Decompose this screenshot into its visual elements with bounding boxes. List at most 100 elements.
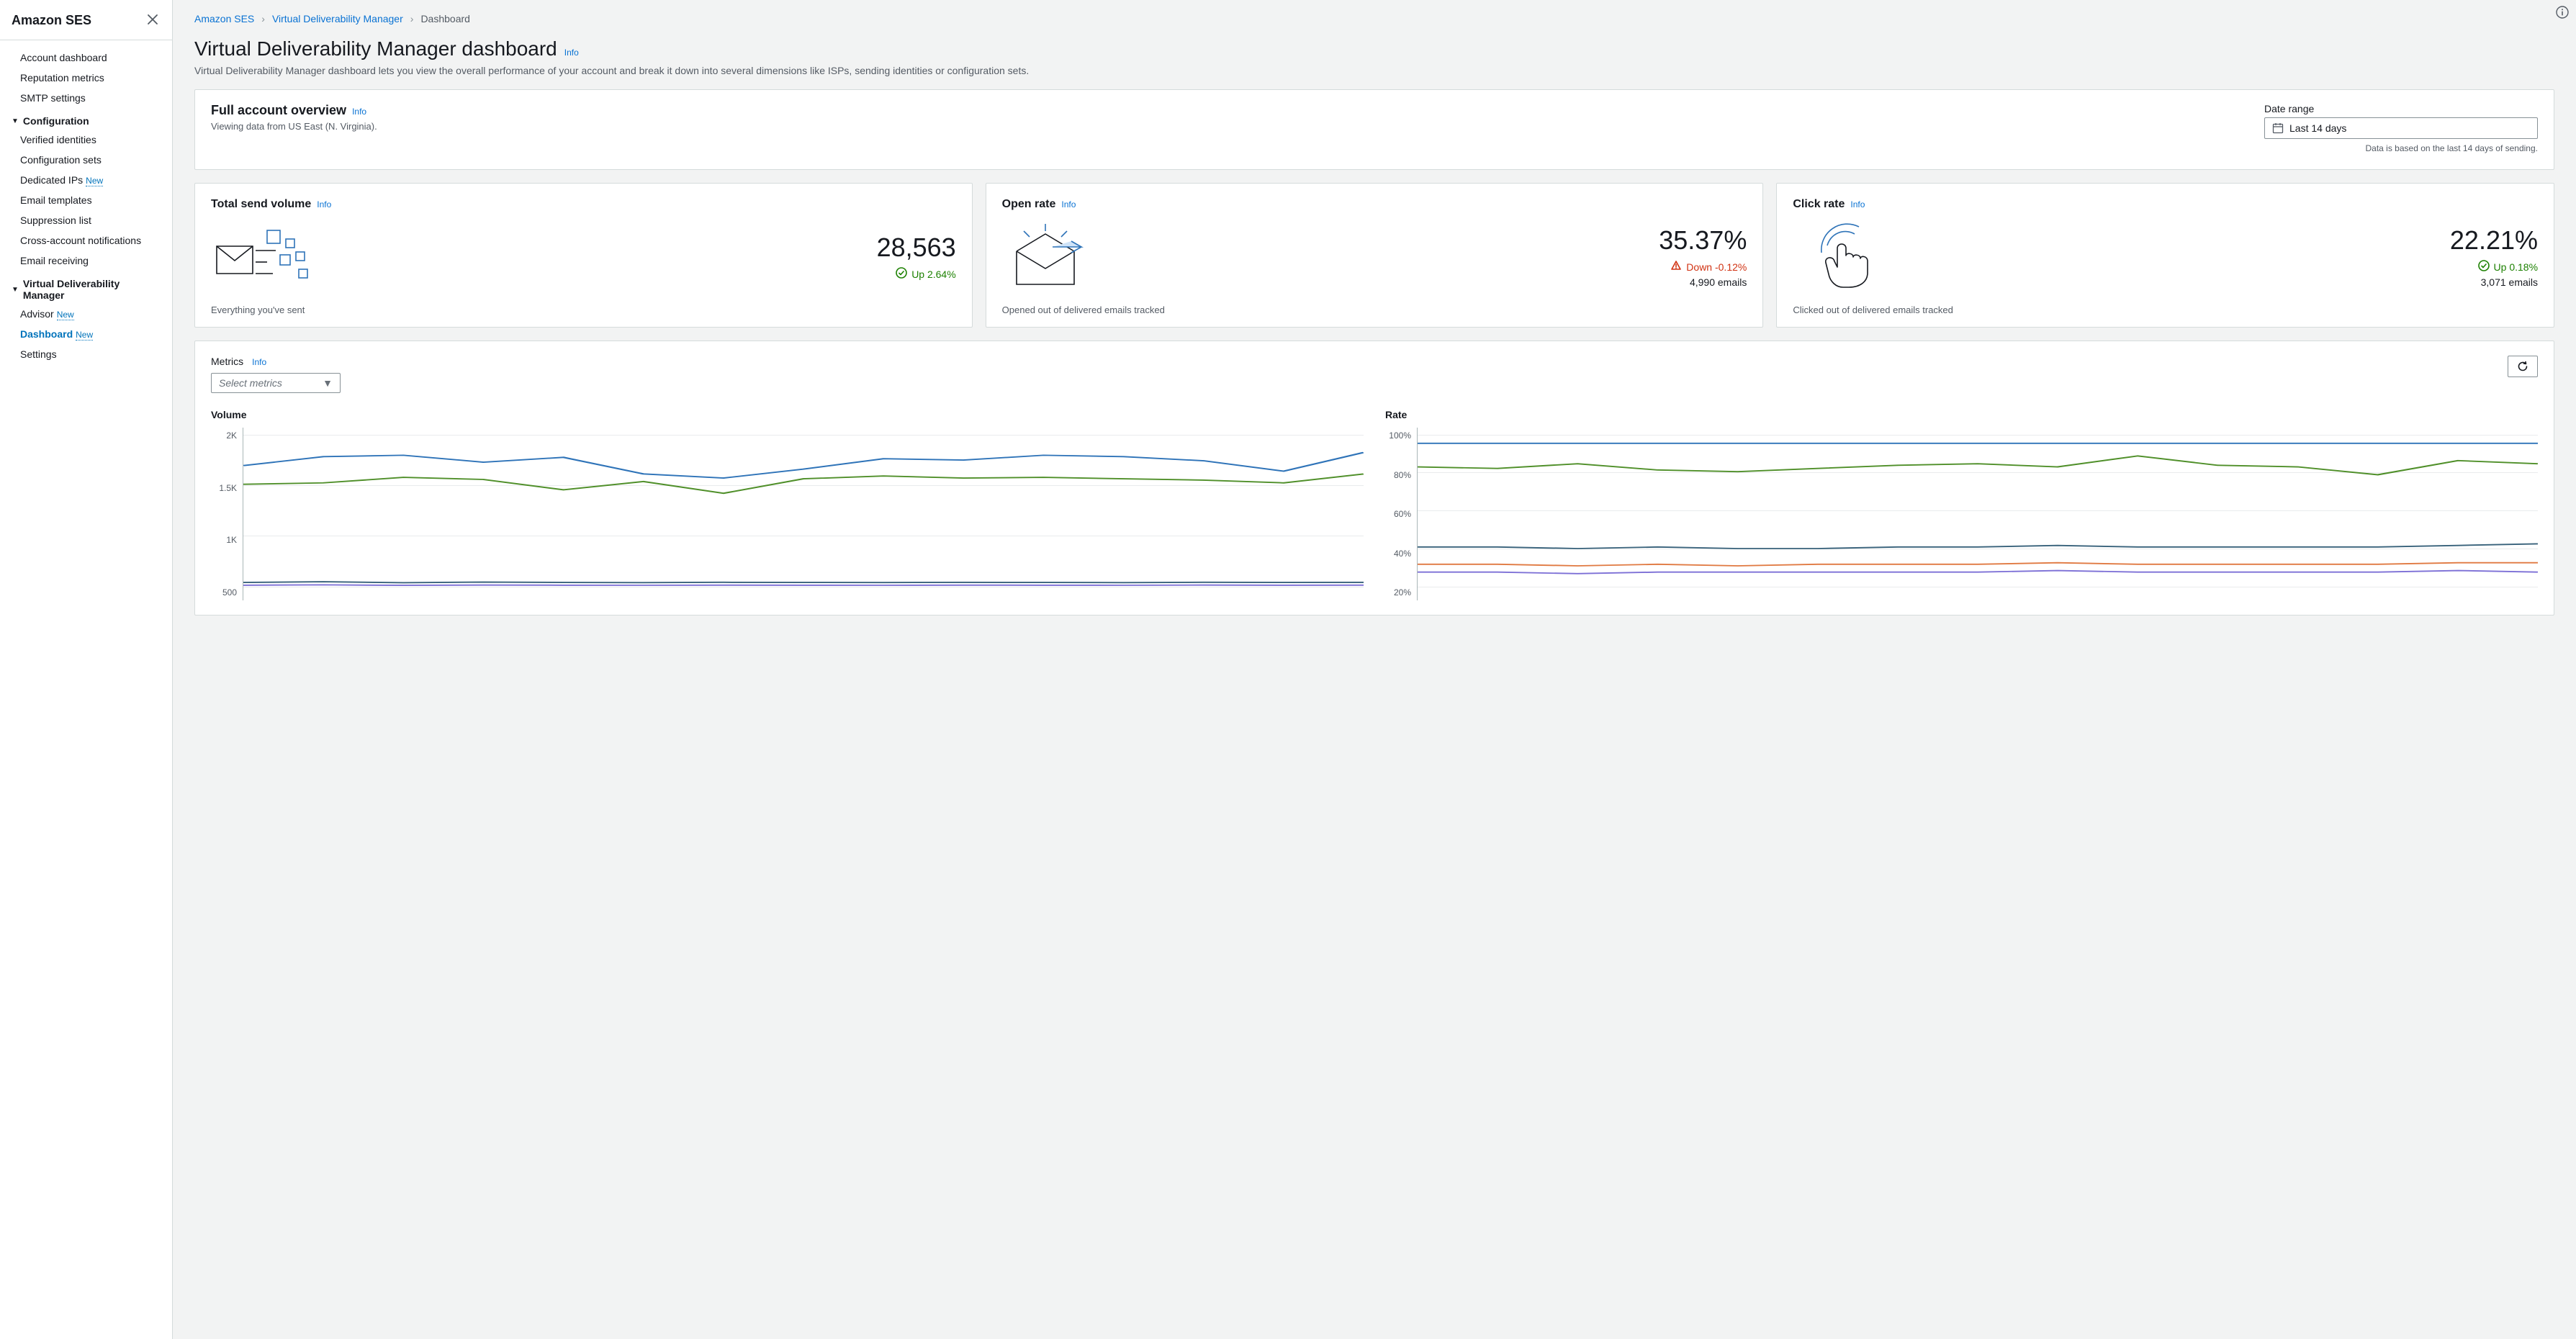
- nav-item-label: Suppression list: [20, 215, 91, 226]
- y-axis: 2K 1.5K 1K 500: [211, 428, 243, 600]
- card-footer: Opened out of delivered emails tracked: [1002, 305, 1747, 315]
- breadcrumb-leaf: Dashboard: [420, 13, 470, 24]
- y-tick: 100%: [1389, 430, 1411, 441]
- card-value: 35.37%: [1659, 226, 1747, 255]
- close-sidebar-button[interactable]: [145, 10, 161, 31]
- metrics-panel: Metrics Info Select metrics ▼ Volume2K1.…: [194, 341, 2554, 616]
- refresh-button[interactable]: [2508, 356, 2538, 377]
- send-illustration: [211, 225, 312, 289]
- y-tick: 2K: [226, 430, 237, 441]
- nav-item[interactable]: Verified identities: [0, 130, 172, 150]
- y-axis: 100% 80% 60% 40% 20%: [1385, 428, 1417, 600]
- chevron-right-icon: ›: [261, 13, 265, 24]
- y-tick: 20%: [1394, 587, 1411, 598]
- sidebar: Amazon SES Account dashboardReputation m…: [0, 0, 173, 1339]
- nav-item[interactable]: Email receiving: [0, 251, 172, 271]
- select-metrics-dropdown[interactable]: Select metrics ▼: [211, 373, 341, 393]
- date-range-label: Date range: [2264, 103, 2538, 114]
- info-link[interactable]: Info: [1061, 199, 1076, 209]
- breadcrumb-mid[interactable]: Virtual Deliverability Manager: [272, 13, 403, 24]
- nav-item[interactable]: Cross-account notifications: [0, 230, 172, 251]
- nav-item-label: Email receiving: [20, 255, 89, 266]
- card-footer: Everything you've sent: [211, 305, 956, 315]
- y-tick: 60%: [1394, 509, 1411, 519]
- chevron-right-icon: ›: [410, 13, 414, 24]
- nav-section-vdm[interactable]: ▼ Virtual Deliverability Manager: [0, 271, 172, 304]
- nav-section-label: Configuration: [23, 115, 89, 127]
- warning-icon: [1670, 260, 1682, 274]
- success-icon: [2478, 260, 2490, 274]
- chart-plot: [243, 428, 1364, 600]
- metric-cards-row: Total send volumeInfo28,563Up 2.64%Every…: [194, 183, 2554, 328]
- breadcrumb-root[interactable]: Amazon SES: [194, 13, 254, 24]
- nav-item-label: Verified identities: [20, 134, 96, 145]
- card-title: Click rate: [1793, 198, 1845, 211]
- nav-item[interactable]: Suppression list: [0, 210, 172, 230]
- nav-item[interactable]: SMTP settings: [0, 88, 172, 108]
- nav-section-label: Virtual Deliverability Manager: [23, 278, 161, 301]
- metric-card: Total send volumeInfo28,563Up 2.64%Every…: [194, 183, 973, 328]
- sidebar-title: Amazon SES: [12, 13, 91, 28]
- nav-item[interactable]: Settings: [0, 344, 172, 364]
- date-range-value: Last 14 days: [2289, 122, 2346, 134]
- overview-note: Data is based on the last 14 days of sen…: [2264, 143, 2538, 153]
- card-subvalue: 3,071 emails: [2450, 276, 2538, 288]
- info-link[interactable]: Info: [352, 107, 366, 117]
- info-button[interactable]: [2556, 6, 2569, 22]
- metric-card: Open rate Info 35.37% Down -0.12% 4,990 emai…: [986, 183, 1764, 328]
- nav-item-label: Cross-account notifications: [20, 235, 141, 246]
- open-illustration: [1002, 221, 1096, 293]
- main: Amazon SES › Virtual Deliverability Mana…: [173, 0, 2576, 1339]
- card-delta: Down -0.12%: [1659, 260, 1747, 274]
- select-metrics-placeholder: Select metrics: [219, 377, 282, 389]
- nav-item-label: Email templates: [20, 194, 92, 206]
- nav-item[interactable]: Configuration sets: [0, 150, 172, 170]
- info-link[interactable]: Info: [252, 357, 266, 367]
- page-description: Virtual Deliverability Manager dashboard…: [194, 65, 2554, 76]
- nav-item[interactable]: Account dashboard: [0, 48, 172, 68]
- card-delta: Up 0.18%: [2450, 260, 2538, 274]
- calendar-icon: [2272, 122, 2284, 134]
- refresh-icon: [2517, 361, 2528, 372]
- breadcrumb: Amazon SES › Virtual Deliverability Mana…: [173, 0, 2576, 30]
- card-delta: Up 2.64%: [877, 267, 956, 281]
- date-range-select[interactable]: Last 14 days: [2264, 117, 2538, 139]
- info-link[interactable]: Info: [1850, 199, 1865, 209]
- caret-down-icon: ▼: [12, 286, 19, 294]
- nav-item[interactable]: DashboardNew: [0, 324, 172, 344]
- nav-item-label: Configuration sets: [20, 154, 102, 166]
- card-value: 28,563: [877, 233, 956, 262]
- nav: Account dashboardReputation metricsSMTP …: [0, 40, 172, 379]
- card-subvalue: 4,990 emails: [1659, 276, 1747, 288]
- chart-plot: [1417, 428, 2538, 600]
- card-footer: Clicked out of delivered emails tracked: [1793, 305, 2538, 315]
- info-icon: [2556, 6, 2569, 19]
- nav-item-label: Advisor: [20, 308, 54, 320]
- info-link[interactable]: Info: [564, 48, 579, 58]
- overview-subtitle: Viewing data from US East (N. Virginia).: [211, 121, 377, 132]
- success-icon: [896, 267, 907, 281]
- nav-section-configuration[interactable]: ▼ Configuration: [0, 108, 172, 130]
- y-tick: 80%: [1394, 470, 1411, 480]
- card-title: Open rate: [1002, 198, 1056, 211]
- y-tick: 1K: [226, 535, 237, 545]
- info-link[interactable]: Info: [317, 199, 331, 209]
- y-tick: 1.5K: [219, 483, 237, 493]
- nav-item-label: Dedicated IPs: [20, 174, 83, 186]
- delta-text: Up 0.18%: [2494, 261, 2538, 273]
- overview-title: Full account overview: [211, 103, 346, 118]
- new-badge: New: [76, 330, 93, 341]
- chart: Rate 100% 80% 60% 40% 20%: [1385, 409, 2538, 600]
- nav-item[interactable]: Dedicated IPsNew: [0, 170, 172, 190]
- chart-title: Rate: [1385, 409, 2538, 420]
- y-tick: 500: [222, 587, 237, 598]
- new-badge: New: [57, 310, 74, 320]
- nav-item[interactable]: AdvisorNew: [0, 304, 172, 324]
- delta-text: Up 2.64%: [911, 269, 955, 280]
- caret-down-icon: ▼: [323, 377, 333, 389]
- nav-item[interactable]: Reputation metrics: [0, 68, 172, 88]
- y-tick: 40%: [1394, 549, 1411, 559]
- nav-item[interactable]: Email templates: [0, 190, 172, 210]
- new-badge: New: [86, 176, 103, 186]
- chart: Volume2K1.5K1K500: [211, 409, 1364, 600]
